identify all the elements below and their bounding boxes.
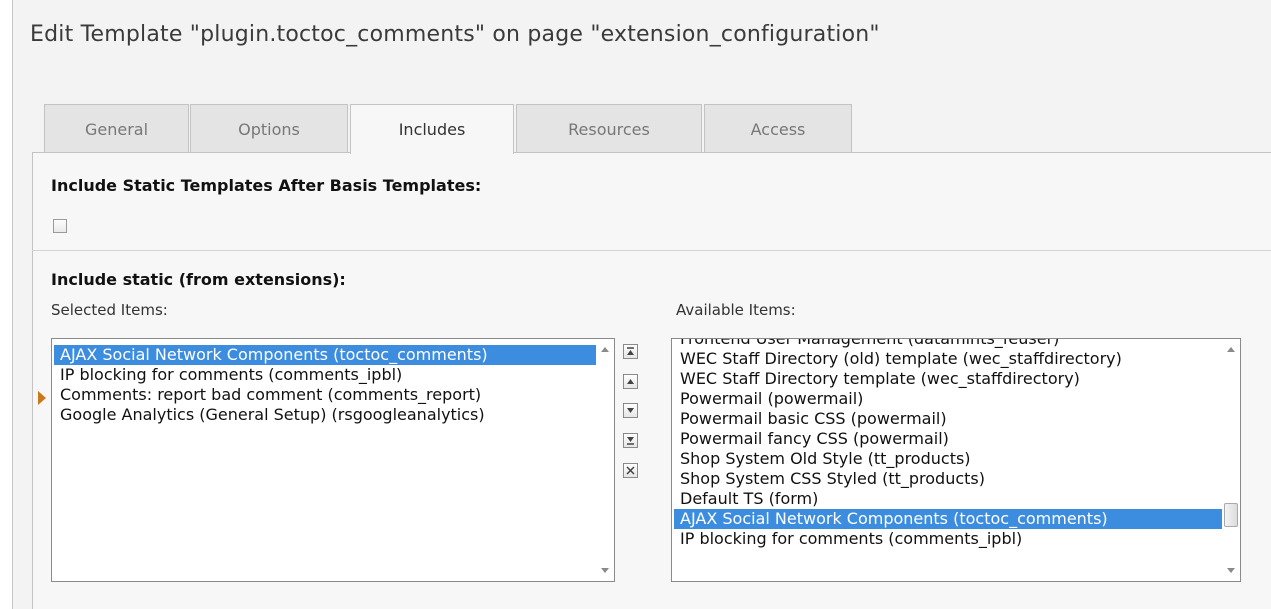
list-item[interactable]: Powermail (powermail) <box>674 389 1222 409</box>
tab-options[interactable]: Options <box>190 104 348 152</box>
selected-items-container: AJAX Social Network Components (toctoc_c… <box>54 345 596 425</box>
list-item[interactable]: AJAX Social Network Components (toctoc_c… <box>674 509 1222 529</box>
tab-includes[interactable]: Includes <box>350 104 514 154</box>
tab-general[interactable]: General <box>44 104 189 152</box>
selected-items-scrollbar[interactable] <box>596 339 614 581</box>
current-item-marker-icon <box>38 391 46 405</box>
tab-resources[interactable]: Resources <box>516 104 702 152</box>
list-item[interactable]: Powermail basic CSS (powermail) <box>674 409 1222 429</box>
available-items-scrollbar[interactable] <box>1222 339 1240 581</box>
list-item[interactable]: Powermail fancy CSS (powermail) <box>674 429 1222 449</box>
include-after-basis-label: Include Static Templates After Basis Tem… <box>51 176 482 195</box>
list-item[interactable]: Shop System CSS Styled (tt_products) <box>674 469 1222 489</box>
selected-items-label: Selected Items: <box>51 301 168 319</box>
list-item[interactable]: WEC Staff Directory template (wec_staffd… <box>674 369 1222 389</box>
remove-button[interactable] <box>623 463 638 478</box>
scroll-up-icon[interactable] <box>1227 347 1235 352</box>
available-items-label: Available Items: <box>676 301 796 319</box>
list-item[interactable]: Frontend User Management (datamints_feus… <box>674 339 1222 349</box>
list-item[interactable]: Default TS (form) <box>674 489 1222 509</box>
include-static-title: Include static (from extensions): <box>51 270 346 289</box>
include-after-basis-checkbox[interactable] <box>53 219 67 233</box>
scroll-down-icon[interactable] <box>601 568 609 573</box>
move-up-icon <box>627 379 634 384</box>
selected-items-list[interactable]: AJAX Social Network Components (toctoc_c… <box>51 338 615 582</box>
tab-access[interactable]: Access <box>704 104 852 152</box>
move-up-button[interactable] <box>623 374 638 389</box>
list-item[interactable]: AJAX Social Network Components (toctoc_c… <box>54 345 596 365</box>
list-item[interactable]: IP blocking for comments (comments_ipbl) <box>54 365 596 385</box>
page-title: Edit Template "plugin.toctoc_comments" o… <box>30 22 880 47</box>
list-item[interactable]: Google Analytics (General Setup) (rsgoog… <box>54 405 596 425</box>
move-down-icon <box>627 408 634 413</box>
available-items-list[interactable]: Frontend User Management (datamints_feus… <box>671 338 1241 582</box>
section-divider <box>32 250 1271 251</box>
list-item[interactable]: WEC Staff Directory (old) template (wec_… <box>674 349 1222 369</box>
scroll-up-icon[interactable] <box>601 347 609 352</box>
remove-icon <box>626 466 635 475</box>
scrollbar-thumb[interactable] <box>1224 502 1238 527</box>
move-down-button[interactable] <box>623 403 638 418</box>
available-items-container: Frontend User Management (datamints_feus… <box>674 339 1222 549</box>
move-to-top-button[interactable] <box>623 344 638 359</box>
list-item[interactable]: Shop System Old Style (tt_products) <box>674 449 1222 469</box>
move-to-bottom-icon <box>627 437 634 445</box>
scroll-down-icon[interactable] <box>1227 568 1235 573</box>
move-to-bottom-button[interactable] <box>623 433 638 448</box>
list-item[interactable]: Comments: report bad comment (comments_r… <box>54 385 596 405</box>
move-to-top-icon <box>627 347 634 355</box>
list-item[interactable]: IP blocking for comments (comments_ipbl) <box>674 529 1222 549</box>
